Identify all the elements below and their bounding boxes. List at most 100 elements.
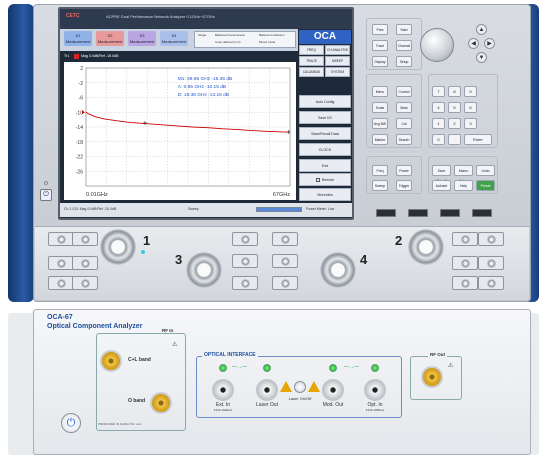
rf-in-cl-band-connector[interactable]	[100, 350, 122, 372]
key-enter[interactable]: Enter	[464, 134, 492, 145]
usb-port-1[interactable]	[376, 209, 396, 217]
rf-jumper-connector[interactable]	[478, 232, 504, 246]
key-trace[interactable]: Trace	[372, 40, 388, 51]
key-setup[interactable]: Setup	[396, 56, 412, 67]
softkey-system[interactable]: SYSTEM	[325, 67, 350, 77]
tab-measurement-4[interactable]: S4 Measurement	[160, 31, 188, 46]
rf-jumper-connector[interactable]	[48, 232, 74, 246]
ext-in-connector[interactable]	[212, 379, 234, 401]
key-pres[interactable]: Pres	[372, 24, 388, 35]
key-0[interactable]: 0	[432, 134, 445, 145]
softkey-cal-meas[interactable]: CAL&MEAS	[299, 67, 324, 77]
rotary-knob[interactable]	[420, 28, 454, 62]
option-balanced-transmission[interactable]: Balanced transmission	[215, 33, 245, 37]
softkey-clock[interactable]: CLOCK	[299, 143, 351, 156]
softkey-freq[interactable]: FREQ	[299, 45, 324, 55]
option-single[interactable]: Single	[198, 33, 206, 37]
test-port-4[interactable]	[320, 252, 356, 288]
key-5[interactable]: 5	[448, 102, 461, 113]
opt-in-connector[interactable]	[364, 379, 386, 401]
arrow-down-icon[interactable]: ▼	[476, 52, 487, 63]
rf-jumper-connector[interactable]	[452, 256, 478, 270]
tab-measurement-1[interactable]: S1 Measurement	[64, 31, 92, 46]
rf-jumper-connector[interactable]	[72, 232, 98, 246]
key-start[interactable]: Start	[396, 24, 412, 35]
key-display[interactable]: Display	[372, 56, 388, 67]
usb-port-3[interactable]	[440, 209, 460, 217]
standby-button[interactable]: ⏻	[40, 189, 52, 201]
test-port-1[interactable]	[100, 229, 136, 265]
rf-jumper-connector[interactable]	[232, 276, 258, 290]
rf-jumper-connector[interactable]	[272, 232, 298, 246]
key-menu[interactable]: Menu	[372, 86, 388, 97]
key-control[interactable]: Control	[396, 86, 412, 97]
key-autoset[interactable]: Autoset	[432, 180, 451, 191]
arrow-right-icon[interactable]: ▶	[484, 38, 495, 49]
key-6[interactable]: 6	[464, 102, 477, 113]
tab-measurement-3[interactable]: S3 Measurement	[128, 31, 156, 46]
usb-port-4[interactable]	[472, 209, 492, 217]
rf-jumper-connector[interactable]	[48, 256, 74, 270]
softkey-trace[interactable]: TRACE	[299, 56, 324, 66]
softkey-save-io[interactable]: Save I/O	[299, 111, 351, 124]
key-help[interactable]: Help	[454, 180, 473, 191]
rf-jumper-connector[interactable]	[452, 232, 478, 246]
softkey-exit[interactable]: Exit	[299, 159, 351, 172]
rf-jumper-connector[interactable]	[232, 232, 258, 246]
arrow-up-icon[interactable]: ▲	[476, 24, 487, 35]
key-save-recall[interactable]: Save Recall	[432, 165, 451, 183]
softkey-save-recall-data[interactable]: Save/Recall Data	[299, 127, 351, 140]
rf-jumper-connector[interactable]	[452, 276, 478, 290]
key-freq[interactable]: Freq	[372, 165, 388, 176]
key-2[interactable]: 2	[448, 118, 461, 129]
usb-port-2[interactable]	[408, 209, 428, 217]
key-trigger[interactable]: Trigger	[396, 180, 412, 191]
arrow-left-icon[interactable]: ◀	[468, 38, 479, 49]
key-sweep[interactable]: Sweep	[372, 180, 388, 191]
laser-out-connector[interactable]	[256, 379, 278, 401]
tab-title: S4	[171, 33, 177, 38]
rf-jumper-connector[interactable]	[478, 276, 504, 290]
mod-out-connector[interactable]	[322, 379, 344, 401]
key-cal[interactable]: Cal	[396, 118, 412, 129]
key-marker[interactable]: Marker	[372, 134, 388, 145]
key-7[interactable]: 7	[432, 86, 445, 97]
key-scale[interactable]: Scale	[372, 102, 388, 113]
rf-jumper-connector[interactable]	[72, 256, 98, 270]
rf-jumper-connector[interactable]	[272, 276, 298, 290]
rf-out-connector[interactable]	[421, 366, 443, 388]
laser-onoff-button[interactable]	[294, 381, 306, 393]
key-power[interactable]: Power	[396, 165, 412, 176]
key-macro-setup[interactable]: Macro Setup	[454, 165, 473, 183]
rf-jumper-connector[interactable]	[478, 256, 504, 270]
key-avg-bw[interactable]: Avg BW	[372, 118, 388, 129]
softkey-remote[interactable]: Remote	[299, 173, 351, 186]
option-mixed-mode[interactable]: Mixed mode	[259, 40, 275, 44]
rf-in-o-band-connector[interactable]	[150, 392, 172, 414]
option-coax-defined[interactable]: Coax defined (mm)	[215, 40, 241, 44]
softkey-auto-config[interactable]: Auto Config	[299, 95, 351, 108]
key-undo[interactable]: Undo	[476, 165, 495, 176]
rf-jumper-connector[interactable]	[232, 254, 258, 268]
key-search[interactable]: Search	[396, 134, 412, 145]
rf-jumper-connector[interactable]	[72, 276, 98, 290]
key-mark[interactable]: Mark	[396, 102, 412, 113]
softkey-more[interactable]: MoreIdea	[299, 188, 351, 201]
key-4[interactable]: 4	[432, 102, 445, 113]
test-port-2[interactable]	[408, 229, 444, 265]
power-button[interactable]: ⏻	[61, 413, 81, 433]
key-preset[interactable]: Preset	[476, 180, 495, 191]
option-balanced-reflection[interactable]: Balanced reflection	[259, 33, 285, 37]
key-1[interactable]: 1	[432, 118, 445, 129]
key-8[interactable]: 8	[448, 86, 461, 97]
test-port-3[interactable]	[186, 252, 222, 288]
rf-jumper-connector[interactable]	[48, 276, 74, 290]
softkey-ch-analysis[interactable]: CH ANALYSIS	[325, 45, 350, 55]
tab-measurement-2[interactable]: S2 Measurement	[96, 31, 124, 46]
key-3[interactable]: 3	[464, 118, 477, 129]
key-9[interactable]: 9	[464, 86, 477, 97]
rf-jumper-connector[interactable]	[272, 254, 298, 268]
softkey-sweep[interactable]: SWEEP	[325, 56, 350, 66]
key-dot[interactable]: .	[448, 134, 461, 145]
key-channel[interactable]: Channel	[396, 40, 412, 51]
